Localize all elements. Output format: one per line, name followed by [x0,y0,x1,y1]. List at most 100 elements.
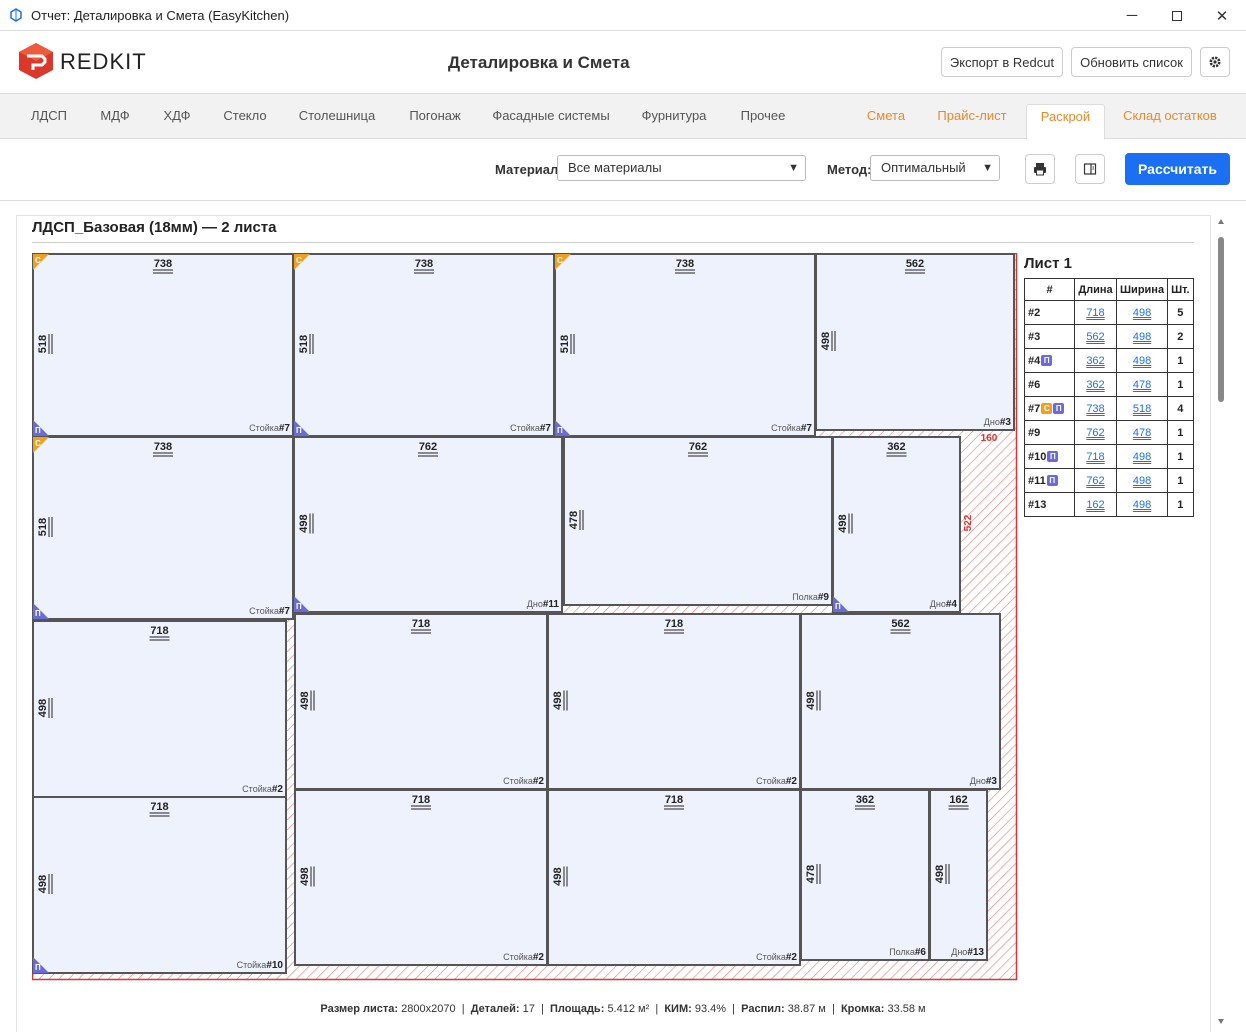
row-width[interactable]: 498 [1115,348,1169,373]
part-width: 498 [934,865,946,883]
row-length[interactable]: 362 [1074,348,1117,373]
scroll-up-icon[interactable] [1218,219,1224,224]
part-name: Стойка [756,952,786,962]
part-10[interactable]: 718 498 Стойка#2 [294,613,548,790]
row-qty: 1 [1167,420,1194,445]
tab-estimate[interactable]: Смета [858,94,914,139]
table-row: #9 762 478 1 [1024,420,1194,445]
part-3[interactable]: 738 518 Стойка#7 С П [554,253,816,437]
part-rect[interactable] [547,789,801,966]
settings-button[interactable] [1200,47,1230,77]
part-length: 738 [154,258,172,270]
row-length[interactable]: 362 [1074,372,1117,397]
row-length[interactable]: 718 [1074,444,1117,469]
part-rect[interactable] [547,613,801,790]
row-length[interactable]: 562 [1074,324,1117,349]
part-17[interactable]: 162 498 Дно#13 [929,789,988,961]
vertical-scrollbar[interactable] [1213,215,1229,1032]
part-15[interactable]: 718 498 Стойка#2 [547,789,801,966]
row-length[interactable]: 738 [1074,396,1117,421]
row-width[interactable]: 478 [1115,420,1169,445]
part-12[interactable]: 562 498 Дно#3 [800,613,1001,790]
part-rect[interactable] [32,436,294,620]
part-rect[interactable] [800,613,1001,790]
table-row: #3 562 498 2 [1024,324,1194,349]
table-row: #13 162 498 1 [1024,492,1194,517]
row-length[interactable]: 762 [1074,420,1117,445]
tab-hdf[interactable]: ХДФ [150,94,204,139]
tab-other[interactable]: Прочее [728,94,798,139]
part-rect[interactable] [32,796,287,974]
col-length: Длина [1074,278,1117,301]
row-width[interactable]: 498 [1115,444,1169,469]
part-rect[interactable] [294,789,548,966]
row-length[interactable]: 718 [1074,300,1117,325]
toggle-panel-button[interactable] [1075,154,1105,184]
part-8[interactable]: 362 498 Дно#4 П [832,436,961,613]
part-14[interactable]: 718 498 Стойка#2 [294,789,548,966]
part-16[interactable]: 362 478 Полка#6 [800,789,930,961]
part-11[interactable]: 718 498 Стойка#2 [547,613,801,790]
part-rect[interactable] [554,253,816,437]
part-6[interactable]: 762 498 Дно#11 П [293,436,563,613]
part-rect[interactable] [294,613,548,790]
export-redcut-button[interactable]: Экспорт в Redcut [941,47,1063,77]
refresh-list-button[interactable]: Обновить список [1071,47,1192,77]
app-icon [10,8,22,22]
material-select[interactable]: Все материалы ▼ [557,155,806,181]
tab-price-list[interactable]: Прайс-лист [926,94,1018,139]
calculate-button[interactable]: Рассчитать [1125,153,1230,185]
row-id-text: #13 [1028,498,1047,511]
part-rect[interactable] [32,253,294,437]
part-rect[interactable] [32,620,287,798]
part-9[interactable]: 718 498 Стойка#2 [32,620,287,798]
row-width[interactable]: 498 [1115,468,1169,493]
tab-hardware[interactable]: Фурнитура [630,94,718,139]
part-name: Стойка [242,784,272,794]
part-1[interactable]: 738 518 Стойка#7 С П [32,253,294,437]
chevron-down-icon: ▼ [788,162,799,174]
part-name: Полка [792,592,818,602]
part-rect[interactable] [563,436,833,606]
row-width[interactable]: 498 [1115,300,1169,325]
scroll-thumb[interactable] [1218,237,1224,402]
part-13[interactable]: 718 498 Стойка#10 П [32,796,287,974]
part-rect[interactable] [293,253,555,437]
part-7[interactable]: 762 478 Полка#9 [563,436,833,606]
close-button[interactable]: ✕ [1199,0,1245,31]
row-width[interactable]: 518 [1115,396,1169,421]
part-4[interactable]: 562 498 Дно#3 [815,253,1015,431]
corner-p-label: П [35,426,41,435]
maximize-button[interactable] [1154,0,1200,31]
part-number: #2 [533,776,545,787]
part-number: #2 [786,952,798,963]
summary-parts-label: Деталей: [470,1003,520,1015]
row-id-text: #3 [1028,330,1041,343]
tab-molding[interactable]: Погонаж [396,94,474,139]
row-length[interactable]: 762 [1074,468,1117,493]
minimize-button[interactable]: ─ [1109,0,1155,31]
summary-parts: 17 [522,1003,535,1015]
row-width[interactable]: 498 [1115,324,1169,349]
tab-countertop[interactable]: Столешница [288,94,386,139]
print-button[interactable] [1025,154,1055,184]
title-bar: Отчет: Деталировка и Смета (EasyKitchen)… [0,0,1246,31]
part-label: Полка#6 [889,947,926,958]
tab-ldsp[interactable]: ЛДСП [16,94,82,139]
method-select[interactable]: Оптимальный ▼ [870,155,1000,181]
row-length[interactable]: 162 [1074,492,1117,517]
tab-cutting[interactable]: Раскрой [1026,104,1105,140]
part-rect[interactable] [815,253,1015,431]
tab-facade-systems[interactable]: Фасадные системы [484,94,618,139]
part-5[interactable]: 738 518 Стойка#7 С П [32,436,294,620]
part-label: Стойка#7 [510,423,551,434]
part-2[interactable]: 738 518 Стойка#7 С П [293,253,555,437]
row-width[interactable]: 498 [1115,492,1169,517]
tab-remnants-stock[interactable]: Склад остатков [1114,94,1226,139]
redkit-logo-icon [19,43,53,79]
scroll-down-icon[interactable] [1218,1019,1224,1024]
part-rect[interactable] [293,436,563,613]
row-width[interactable]: 478 [1115,372,1169,397]
tab-mdf[interactable]: МДФ [86,94,144,139]
tab-glass[interactable]: Стекло [210,94,280,139]
